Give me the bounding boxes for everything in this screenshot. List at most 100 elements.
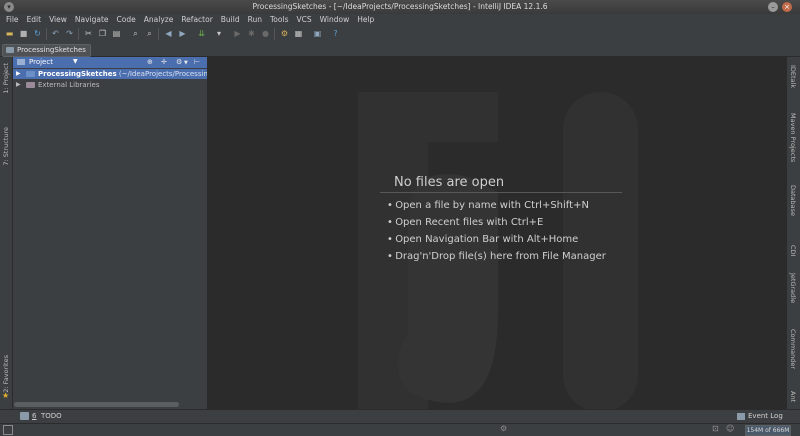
tab-todo[interactable]: TODO <box>41 412 62 420</box>
tab-structure[interactable]: 7: Structure <box>2 127 10 166</box>
tree-item-name: ProcessingSketches <box>38 70 117 78</box>
todo-icon <box>20 412 29 420</box>
tab-jetgradle[interactable]: JetGradle <box>789 273 797 303</box>
tab-database[interactable]: Database <box>789 185 797 216</box>
run-config-dropdown-icon[interactable]: ▾ <box>212 28 226 39</box>
tree-item-external-libraries[interactable]: ▶ External Libraries <box>13 80 207 90</box>
back-icon[interactable]: ◀ <box>163 28 174 39</box>
left-tool-strip: 1: Project 7: Structure 2: Favorites ★ <box>0 57 13 409</box>
run-icon[interactable]: ▶ <box>232 28 243 39</box>
folder-icon <box>6 47 14 53</box>
window-title: ProcessingSketches - [~/IdeaProjects/Pro… <box>252 2 548 11</box>
toolbar-separator <box>46 28 47 40</box>
cut-icon[interactable]: ✂ <box>83 28 94 39</box>
tab-event-log[interactable]: Event Log <box>748 412 783 420</box>
chevron-down-icon[interactable]: ▼ <box>73 58 78 65</box>
horizontal-scrollbar[interactable] <box>14 402 179 407</box>
make-project-icon[interactable]: ⇊ <box>196 28 207 39</box>
settings-status-icon[interactable]: ⚙ <box>500 424 507 433</box>
gear-icon[interactable]: ⚙ <box>176 58 182 66</box>
hint-item: • Open Navigation Bar with Alt+Home <box>387 234 579 245</box>
help-icon[interactable]: ? <box>330 28 341 39</box>
status-bar: ⚙ ⊡ ☺ 154M of 666M <box>0 423 800 436</box>
editor-area: No files are open • Open a file by name … <box>208 57 786 409</box>
menu-run[interactable]: Run <box>244 14 266 25</box>
debug-icon[interactable]: ✱ <box>246 28 257 39</box>
hint-item: • Drag'n'Drop file(s) here from File Man… <box>387 251 606 262</box>
menu-bar: File Edit View Navigate Code Analyze Ref… <box>0 14 800 25</box>
open-folder-icon[interactable]: ▬ <box>4 28 15 39</box>
tab-favorites[interactable]: 2: Favorites <box>2 355 10 393</box>
forward-icon[interactable]: ▶ <box>177 28 188 39</box>
hide-panel-icon[interactable]: ⊢ <box>194 58 200 66</box>
collapse-all-icon[interactable]: ✛ <box>161 58 167 66</box>
settings-icon[interactable]: ⚙ <box>279 28 290 39</box>
right-tool-strip: IDEtalk Maven Projects Database CDI JetG… <box>786 57 800 409</box>
menu-file[interactable]: File <box>2 14 23 25</box>
menu-build[interactable]: Build <box>217 14 244 25</box>
sync-icon[interactable]: ↻ <box>32 28 43 39</box>
tab-maven-projects[interactable]: Maven Projects <box>789 113 797 162</box>
tab-project[interactable]: 1: Project <box>2 63 10 94</box>
toolbar-separator <box>158 28 159 40</box>
tool-windows-icon[interactable] <box>3 425 13 435</box>
event-log-icon <box>737 413 745 420</box>
expand-arrow-icon[interactable]: ▶ <box>16 80 21 90</box>
menu-code[interactable]: Code <box>113 14 140 25</box>
todo-number[interactable]: 6 <box>32 412 36 420</box>
project-panel: Project ▼ ⊕ ✛ ⚙ ▼ ⊢ ▶ ProcessingSketches… <box>13 57 208 409</box>
star-icon: ★ <box>2 391 10 400</box>
project-panel-header: Project ▼ ⊕ ✛ ⚙ ▼ ⊢ <box>13 57 207 68</box>
minimize-icon[interactable]: – <box>768 2 778 12</box>
replace-icon[interactable]: ⌕ <box>144 28 155 39</box>
menu-view[interactable]: View <box>45 14 71 25</box>
empty-editor-title: No files are open <box>380 175 622 193</box>
module-folder-icon <box>26 71 35 77</box>
expand-arrow-icon[interactable]: ▶ <box>16 69 21 79</box>
library-icon <box>26 82 35 88</box>
menu-tools[interactable]: Tools <box>266 14 292 25</box>
project-view-label[interactable]: Project <box>29 58 53 66</box>
tab-cdi[interactable]: CDI <box>789 245 797 256</box>
hint-item: • Open Recent files with Ctrl+E <box>387 217 544 228</box>
sdk-icon[interactable]: ▣ <box>312 28 323 39</box>
menu-navigate[interactable]: Navigate <box>71 14 113 25</box>
menu-edit[interactable]: Edit <box>23 14 46 25</box>
scroll-from-source-icon[interactable]: ⊕ <box>147 58 153 66</box>
navigation-bar: ProcessingSketches <box>0 43 800 57</box>
menu-analyze[interactable]: Analyze <box>140 14 178 25</box>
intellij-logo-watermark <box>358 92 638 409</box>
toolbar-separator <box>78 28 79 40</box>
close-icon[interactable]: × <box>782 2 792 12</box>
project-view-icon <box>17 59 25 65</box>
title-bar: ▾ ProcessingSketches - [~/IdeaProjects/P… <box>0 0 800 15</box>
tree-item-name: External Libraries <box>38 81 100 89</box>
lock-icon[interactable]: ⊡ <box>712 424 719 433</box>
hint-item: • Open a file by name with Ctrl+Shift+N <box>387 200 589 211</box>
toolbar-separator <box>274 28 275 40</box>
tree-item-path: (~/IdeaProjects/Processing <box>118 70 207 78</box>
redo-icon[interactable]: ↷ <box>64 28 75 39</box>
save-icon[interactable]: ■ <box>18 28 29 39</box>
tree-item-project[interactable]: ▶ ProcessingSketches (~/IdeaProjects/Pro… <box>13 69 207 79</box>
tab-idetalk[interactable]: IDEtalk <box>789 65 797 88</box>
menu-help[interactable]: Help <box>353 14 378 25</box>
main-toolbar: ▬ ■ ↻ ↶ ↷ ✂ ❐ ▤ ⌕ ⌕ ◀ ▶ ⇊ ▾ ▶ ✱ ● ⚙ ▦ ▣ … <box>0 25 800 44</box>
bottom-tool-bar: 6 TODO Event Log <box>0 409 800 424</box>
breadcrumb-label: ProcessingSketches <box>17 46 86 54</box>
tab-ant[interactable]: Ant <box>789 391 797 402</box>
find-icon[interactable]: ⌕ <box>130 28 141 39</box>
tab-commander[interactable]: Commander <box>789 329 797 369</box>
copy-icon[interactable]: ❐ <box>97 28 108 39</box>
project-structure-icon[interactable]: ▦ <box>293 28 304 39</box>
undo-icon[interactable]: ↶ <box>50 28 61 39</box>
breadcrumb[interactable]: ProcessingSketches <box>2 44 91 57</box>
menu-window[interactable]: Window <box>316 14 354 25</box>
menu-vcs[interactable]: VCS <box>292 14 315 25</box>
menu-refactor[interactable]: Refactor <box>177 14 216 25</box>
gear-dropdown-icon[interactable]: ▼ <box>184 60 188 66</box>
memory-indicator[interactable]: 154M of 666M <box>745 425 791 436</box>
paste-icon[interactable]: ▤ <box>111 28 122 39</box>
coverage-icon[interactable]: ● <box>260 28 271 39</box>
inspector-icon[interactable]: ☺ <box>726 424 734 433</box>
